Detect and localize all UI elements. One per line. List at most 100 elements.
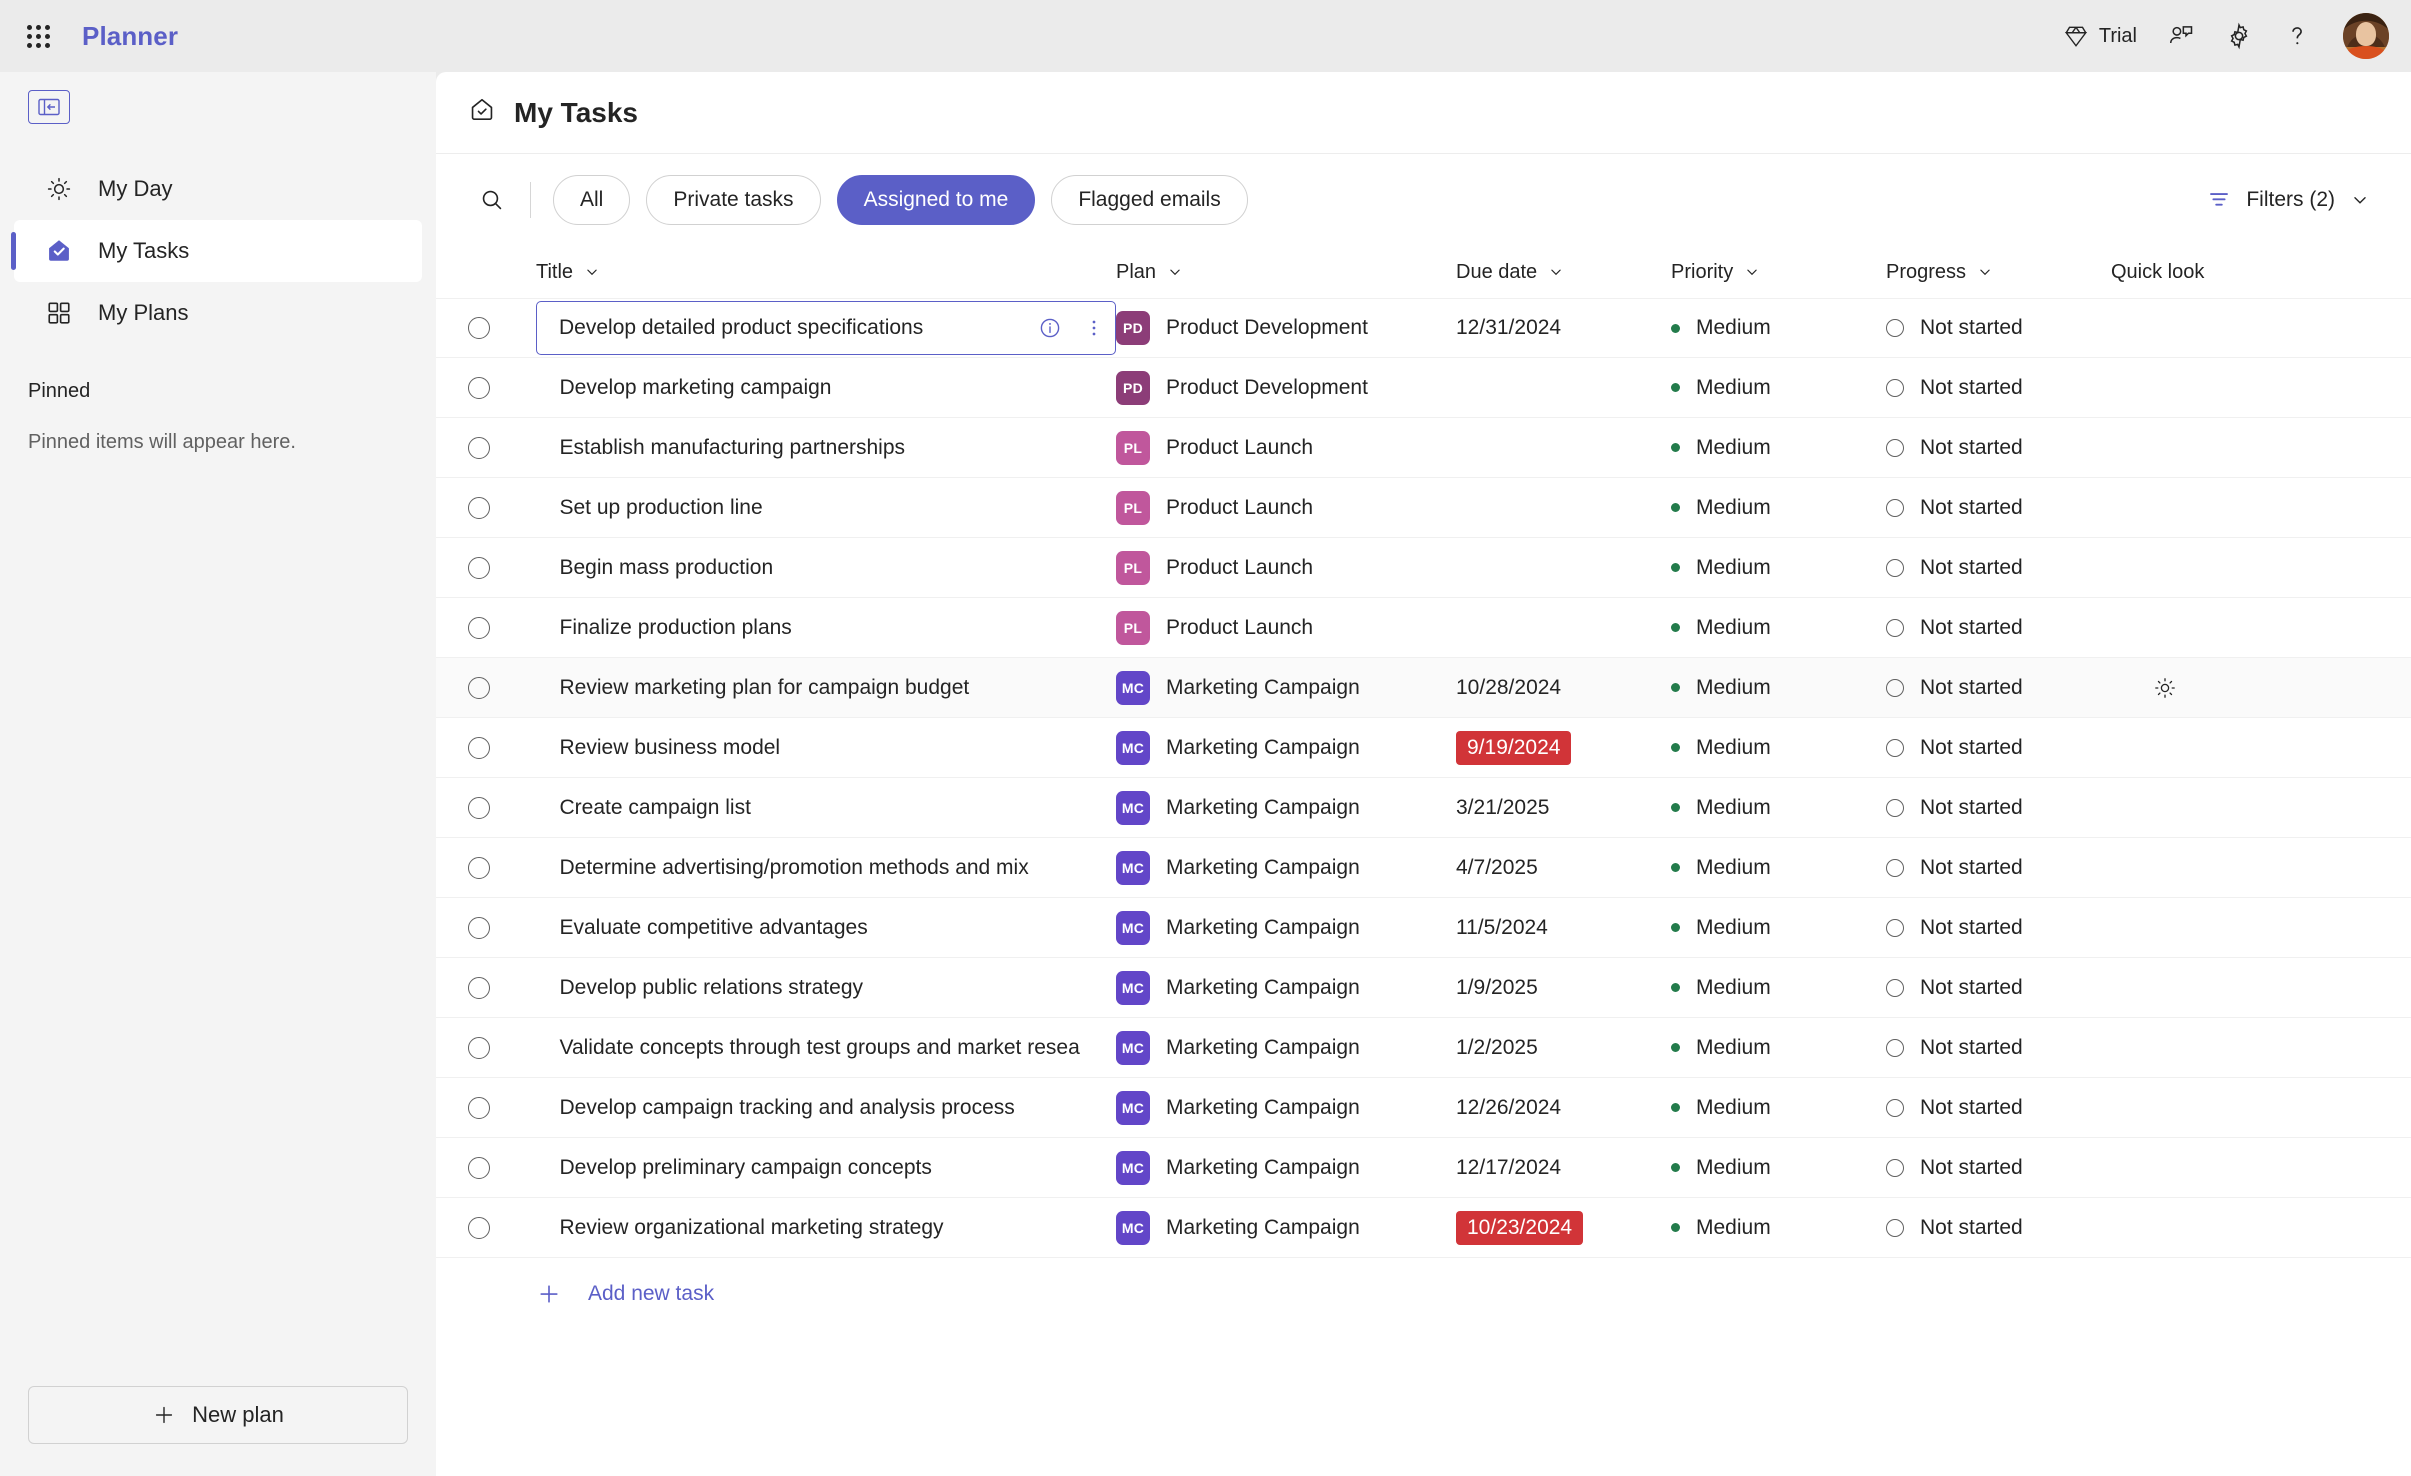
task-due-date-cell[interactable]: 12/26/2024 [1456, 1096, 1671, 1120]
column-header-plan[interactable]: Plan [1116, 261, 1456, 284]
task-progress-cell[interactable]: Not started [1886, 496, 2111, 520]
task-priority-cell[interactable]: Medium [1671, 556, 1886, 580]
task-title-cell[interactable]: Review business model [536, 721, 1116, 775]
task-complete-checkbox[interactable] [468, 1036, 490, 1059]
table-row[interactable]: Determine advertising/promotion methods … [436, 838, 2411, 898]
task-progress-cell[interactable]: Not started [1886, 736, 2111, 760]
task-title-cell[interactable]: Review organizational marketing strategy [536, 1201, 1116, 1255]
task-priority-cell[interactable]: Medium [1671, 496, 1886, 520]
task-plan-cell[interactable]: MC Marketing Campaign [1116, 1030, 1456, 1065]
task-due-date-cell[interactable]: 12/31/2024 [1456, 316, 1671, 340]
task-complete-checkbox[interactable] [468, 1096, 490, 1119]
task-more-options-button[interactable] [1077, 311, 1111, 345]
task-priority-cell[interactable]: Medium [1671, 976, 1886, 1000]
task-progress-cell[interactable]: Not started [1886, 316, 2111, 340]
task-due-date-cell[interactable]: 10/28/2024 [1456, 676, 1671, 700]
table-row[interactable]: Validate concepts through test groups an… [436, 1018, 2411, 1078]
task-complete-checkbox[interactable] [468, 317, 490, 339]
task-title-cell[interactable]: Develop campaign tracking and analysis p… [536, 1081, 1116, 1135]
task-complete-checkbox[interactable] [468, 676, 490, 699]
task-title-cell[interactable]: Establish manufacturing partnerships [536, 421, 1116, 475]
column-header-progress[interactable]: Progress [1886, 261, 2111, 284]
task-complete-checkbox[interactable] [468, 556, 490, 579]
task-title-cell[interactable]: Develop marketing campaign [536, 361, 1116, 415]
task-progress-cell[interactable]: Not started [1886, 1036, 2111, 1060]
task-priority-cell[interactable]: Medium [1671, 616, 1886, 640]
task-progress-cell[interactable]: Not started [1886, 916, 2111, 940]
table-row[interactable]: Begin mass production PL Product Launch Med… [436, 538, 2411, 598]
task-plan-cell[interactable]: PD Product Development [1116, 370, 1456, 405]
task-plan-cell[interactable]: PL Product Launch [1116, 610, 1456, 645]
feedback-button[interactable] [2155, 10, 2207, 62]
task-due-date-cell[interactable]: 9/19/2024 [1456, 730, 1671, 765]
table-row[interactable]: Develop public relations strategy MC Marke… [436, 958, 2411, 1018]
sidebar-item-my-day[interactable]: My Day [14, 158, 422, 220]
table-row[interactable]: Develop preliminary campaign concepts MC M… [436, 1138, 2411, 1198]
task-priority-cell[interactable]: Medium [1671, 916, 1886, 940]
task-complete-checkbox[interactable] [468, 856, 490, 879]
task-complete-checkbox[interactable] [468, 436, 490, 459]
settings-button[interactable] [2213, 10, 2265, 62]
task-due-date-cell[interactable]: 11/5/2024 [1456, 916, 1671, 940]
column-header-title[interactable]: Title [536, 261, 1116, 284]
task-due-date-cell[interactable]: 3/21/2025 [1456, 796, 1671, 820]
task-priority-cell[interactable]: Medium [1671, 1096, 1886, 1120]
task-progress-cell[interactable]: Not started [1886, 556, 2111, 580]
table-row[interactable]: Review organizational marketing strategy… [436, 1198, 2411, 1258]
task-priority-cell[interactable]: Medium [1671, 856, 1886, 880]
search-button[interactable] [468, 176, 516, 224]
task-title-cell[interactable]: Develop preliminary campaign concepts [536, 1141, 1116, 1195]
task-title-cell[interactable]: Create campaign list [536, 781, 1116, 835]
table-row[interactable]: Set up production line PL Product Launch Me… [436, 478, 2411, 538]
help-button[interactable] [2271, 10, 2323, 62]
task-progress-cell[interactable]: Not started [1886, 856, 2111, 880]
task-plan-cell[interactable]: PL Product Launch [1116, 490, 1456, 525]
task-complete-checkbox[interactable] [468, 1216, 490, 1239]
task-complete-checkbox[interactable] [468, 376, 490, 399]
trial-button[interactable]: Trial [2051, 10, 2149, 62]
task-title-cell[interactable]: Develop public relations strategy [536, 961, 1116, 1015]
task-priority-cell[interactable]: Medium [1671, 316, 1886, 340]
task-progress-cell[interactable]: Not started [1886, 976, 2111, 1000]
task-title-cell[interactable]: Validate concepts through test groups an… [536, 1021, 1116, 1075]
task-due-date-cell[interactable]: 10/23/2024 [1456, 1210, 1671, 1245]
pill-assigned-to-me[interactable]: Assigned to me [836, 175, 1036, 225]
pill-flagged-emails[interactable]: Flagged emails [1051, 175, 1248, 225]
add-to-my-day-button[interactable] [2147, 670, 2183, 706]
task-info-button[interactable] [1033, 311, 1067, 345]
task-due-date-cell[interactable]: 12/17/2024 [1456, 1156, 1671, 1180]
task-progress-cell[interactable]: Not started [1886, 796, 2111, 820]
column-header-priority[interactable]: Priority [1671, 261, 1886, 284]
table-row[interactable]: Create campaign list MC Marketing Campaign… [436, 778, 2411, 838]
task-title-cell[interactable]: Review marketing plan for campaign budge… [536, 661, 1116, 715]
task-complete-checkbox[interactable] [468, 796, 490, 819]
task-plan-cell[interactable]: MC Marketing Campaign [1116, 730, 1456, 765]
task-plan-cell[interactable]: MC Marketing Campaign [1116, 1150, 1456, 1185]
sidebar-item-my-tasks[interactable]: My Tasks [11, 220, 422, 282]
task-complete-checkbox[interactable] [468, 976, 490, 999]
task-progress-cell[interactable]: Not started [1886, 376, 2111, 400]
column-header-due-date[interactable]: Due date [1456, 261, 1671, 284]
task-priority-cell[interactable]: Medium [1671, 376, 1886, 400]
task-due-date-cell[interactable]: 4/7/2025 [1456, 856, 1671, 880]
filters-button[interactable]: Filters (2) [2198, 177, 2379, 223]
task-plan-cell[interactable]: MC Marketing Campaign [1116, 790, 1456, 825]
table-row[interactable]: Develop marketing campaign PD Product Deve… [436, 358, 2411, 418]
table-row[interactable]: Review business model MC Marketing Campaig… [436, 718, 2411, 778]
task-priority-cell[interactable]: Medium [1671, 436, 1886, 460]
task-priority-cell[interactable]: Medium [1671, 1156, 1886, 1180]
task-due-date-cell[interactable]: 1/2/2025 [1456, 1036, 1671, 1060]
task-title-cell[interactable]: Finalize production plans [536, 601, 1116, 655]
task-priority-cell[interactable]: Medium [1671, 1036, 1886, 1060]
task-progress-cell[interactable]: Not started [1886, 676, 2111, 700]
task-plan-cell[interactable]: MC Marketing Campaign [1116, 910, 1456, 945]
task-progress-cell[interactable]: Not started [1886, 1096, 2111, 1120]
table-row[interactable]: Review marketing plan for campaign budge… [436, 658, 2411, 718]
collapse-navigation-button[interactable] [28, 90, 70, 124]
task-progress-cell[interactable]: Not started [1886, 616, 2111, 640]
task-title-cell[interactable]: Develop detailed product specifications [536, 301, 1116, 355]
table-row[interactable]: Develop detailed product specifications P… [436, 298, 2411, 358]
task-complete-checkbox[interactable] [468, 1156, 490, 1179]
task-plan-cell[interactable]: MC Marketing Campaign [1116, 1090, 1456, 1125]
table-row[interactable]: Evaluate competitive advantages MC Marketi… [436, 898, 2411, 958]
